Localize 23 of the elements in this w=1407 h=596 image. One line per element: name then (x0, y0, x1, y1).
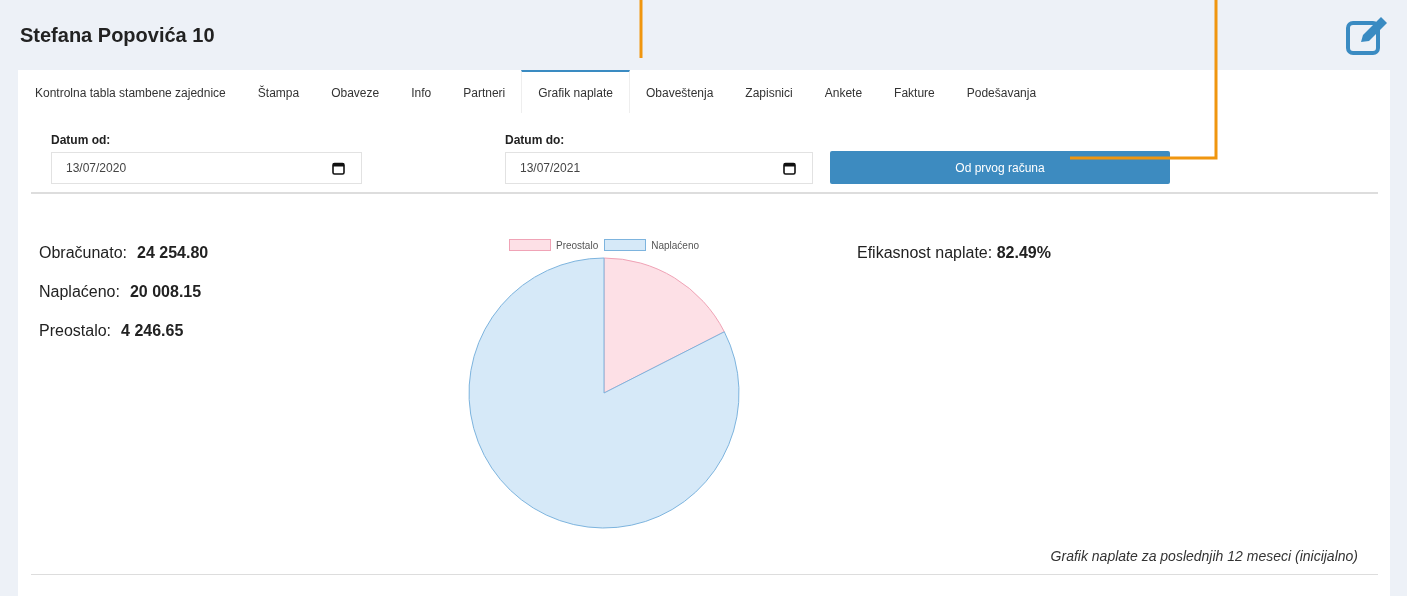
chart-caption: Grafik naplate za poslednjih 12 meseci (inicijalno) (1050, 548, 1358, 564)
legend-swatch (604, 239, 647, 251)
stat-label: Obračunato: (39, 244, 128, 262)
page-title: Stefana Popovića 10 (20, 23, 215, 47)
efficiency-label: Efikasnost naplate: (857, 244, 993, 261)
calendar-icon[interactable] (332, 161, 345, 175)
field-label: Datum od: (51, 133, 112, 147)
tab[interactable]: Grafik naplate (521, 70, 630, 113)
date-field[interactable]: 13/07/2020 (51, 152, 362, 184)
efficiency-value: 82.49% (996, 244, 1051, 261)
date-field[interactable]: 13/07/2021 (505, 152, 813, 184)
legend-label: Preostalo (555, 239, 599, 251)
first-invoice-button[interactable]: Od prvog računa (830, 151, 1170, 184)
stat-value: 4 246.65 (121, 322, 184, 340)
calendar-icon[interactable] (783, 161, 796, 175)
leader-line (639, 0, 643, 58)
stat-value: 20 008.15 (129, 283, 202, 301)
stat-label: Naplaćeno: (39, 283, 120, 301)
legend-label: Naplaćeno (651, 239, 700, 251)
field-label: Datum do: (505, 133, 566, 147)
stat-label: Preostalo: (39, 322, 112, 340)
legend-swatch (508, 239, 551, 251)
stat-value: 24 254.80 (137, 244, 209, 262)
